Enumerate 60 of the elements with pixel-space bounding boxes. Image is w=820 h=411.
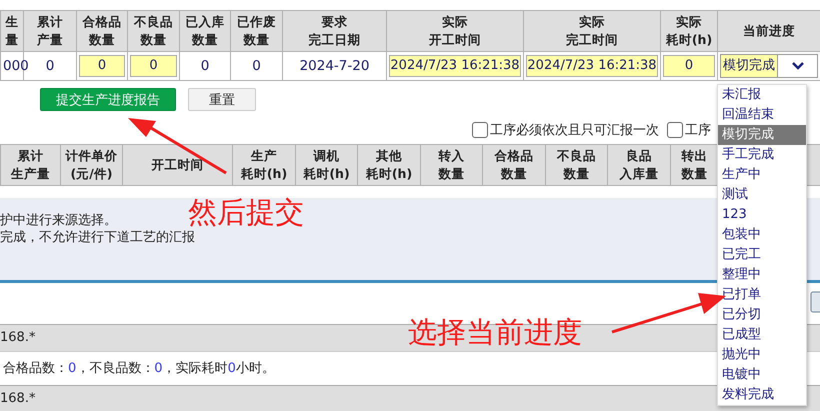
table-cell: 0 — [252, 58, 261, 74]
dropdown-option[interactable]: 包装中 — [718, 225, 806, 245]
checkbox[interactable] — [667, 122, 683, 138]
column-header: 实际 开工时间 — [386, 10, 524, 52]
dropdown-option[interactable]: 测试 — [718, 185, 806, 205]
input-field[interactable]: 0 — [663, 55, 715, 77]
dropdown-option[interactable]: 未汇报 — [718, 85, 806, 105]
progress-select[interactable]: 模切完成 — [720, 54, 818, 78]
annotation-text: 然后提交 — [188, 194, 304, 230]
column-header: 当前进度 — [718, 10, 820, 52]
dropdown-option[interactable]: 整理中 — [718, 265, 806, 285]
column-header: 转入 数量 — [420, 144, 482, 186]
chevron-down-icon — [792, 62, 804, 70]
annotation-text: 选择当前进度 — [408, 314, 582, 351]
input-field[interactable]: 2024/7/23 16:21:38 — [526, 55, 658, 77]
table-cell: 2024-7-20 — [300, 58, 370, 74]
column-header: 计件单价 (元/件) — [60, 144, 122, 186]
column-header: 开工时间 — [122, 144, 232, 186]
table-cell: 0 — [200, 58, 210, 74]
dropdown-option[interactable]: 已打单 — [718, 285, 806, 305]
input-field[interactable]: 0 — [130, 55, 177, 77]
checkbox[interactable] — [472, 122, 488, 138]
column-header: 合格品 数量 — [482, 144, 546, 186]
checkbox-label: 工序必须依次且只可汇报一次 — [490, 122, 659, 139]
input-field[interactable]: 2024/7/23 16:21:38 — [389, 55, 521, 77]
dropdown-option[interactable]: 已成型 — [718, 325, 806, 345]
reset-button[interactable]: 重置 — [188, 88, 256, 111]
dropdown-option[interactable]: 电镀中 — [718, 365, 806, 385]
column-header: 生 量 — [0, 10, 24, 52]
dropdown-option[interactable]: 发料完成 — [718, 385, 806, 405]
column-header: 不良品 数量 — [546, 144, 608, 186]
column-header: 已作废 数量 — [230, 10, 282, 52]
column-header: 累计 产量 — [24, 10, 76, 52]
dropdown-option[interactable]: 回温结束 — [718, 105, 806, 125]
column-header: 已入库 数量 — [180, 10, 230, 52]
dropdown-option[interactable]: 已完工 — [718, 245, 806, 265]
notice-text: 护中进行来源选择。 — [0, 212, 117, 229]
dropdown-option[interactable]: 模切完成 — [718, 125, 806, 145]
column-header: 调机 耗时(h) — [296, 144, 358, 186]
checkbox-label: 工序 — [685, 122, 711, 139]
table-cell: 0 — [46, 58, 54, 74]
dropdown-option[interactable]: 生产中 — [718, 165, 806, 185]
column-header: 转出 数量 — [670, 144, 718, 186]
column-header: 生产 耗时(h) — [232, 144, 296, 186]
notice-text: 完成，不允许进行下道工艺的汇报 — [0, 229, 195, 246]
column-header: 累计 生产量 — [0, 144, 60, 186]
column-header: 实际 耗时(h) — [660, 10, 718, 52]
dropdown-option[interactable]: 123 — [718, 205, 806, 225]
dropdown-option[interactable]: 手工完成 — [718, 145, 806, 165]
dropdown-option[interactable]: 已分切 — [718, 305, 806, 325]
column-header: 其他 耗时(h) — [358, 144, 420, 186]
table-cell: 000 — [3, 58, 29, 74]
column-header: 合格品 数量 — [76, 10, 128, 52]
dropdown-option[interactable]: 抛光中 — [718, 345, 806, 365]
column-header: 实际 完工时间 — [524, 10, 660, 52]
document-icon[interactable] — [810, 291, 820, 313]
column-header: 良品 入库量 — [608, 144, 670, 186]
column-header: 要求 完工日期 — [282, 10, 386, 52]
column-header: 不良品 数量 — [128, 10, 180, 52]
input-field[interactable]: 0 — [79, 55, 125, 77]
